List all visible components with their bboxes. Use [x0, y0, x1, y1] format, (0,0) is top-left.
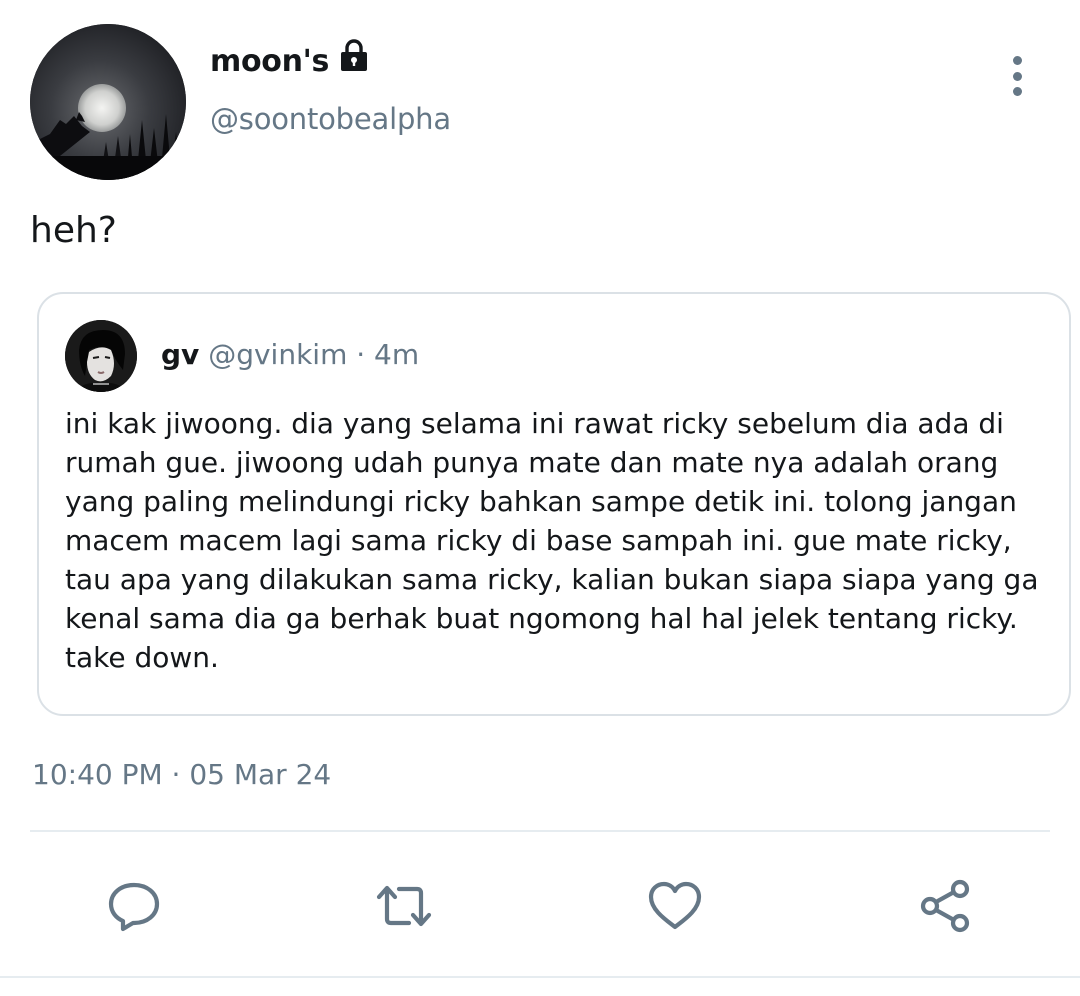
more-options-button[interactable] [1000, 56, 1034, 96]
quoted-line: kenal sama dia ga berhak buat ngomong ha… [65, 602, 1018, 635]
more-vertical-icon-dot [1012, 71, 1022, 81]
quoted-line: macem macem lagi sama ricky di base samp… [65, 524, 1012, 557]
quoted-line: yang paling melindungi ricky bahkan samp… [65, 485, 1017, 518]
quoted-line: tau apa yang dilakukan sama ricky, kalia… [65, 563, 1039, 596]
bottom-divider [0, 976, 1080, 978]
quoted-avatar-image [65, 320, 137, 392]
divider [30, 830, 1050, 832]
avatar[interactable] [30, 24, 186, 180]
quoted-display-name: gv [161, 338, 200, 371]
timestamp: 10:40 PM · 05 Mar 24 [32, 758, 332, 791]
retweet-button[interactable] [374, 876, 434, 936]
quoted-line: ini kak jiwoong. dia yang selama ini raw… [65, 407, 1004, 440]
quoted-meta: @gvinkim · 4m [208, 338, 420, 371]
reply-icon [108, 882, 160, 932]
quoted-line: rumah gue. jiwoong udah punya mate dan m… [65, 446, 999, 479]
author-row: moon's [210, 38, 371, 79]
quoted-avatar [65, 320, 137, 392]
like-button[interactable] [645, 876, 705, 936]
share-button[interactable] [915, 876, 975, 936]
more-vertical-icon [1012, 56, 1022, 65]
lock-icon [341, 38, 368, 71]
share-icon [920, 879, 970, 933]
quoted-text: ini kak jiwoong. dia yang selama ini raw… [65, 404, 1039, 677]
reply-button[interactable] [104, 876, 164, 936]
more-vertical-icon-dot [1012, 87, 1022, 96]
retweet-icon [376, 885, 432, 927]
quoted-header: gv @gvinkim · 4m [161, 338, 419, 371]
tweet-detail: moon's @soontobealpha heh? gv @gvinkim ·… [0, 0, 1080, 996]
quoted-tweet[interactable]: gv @gvinkim · 4m ini kak jiwoong. dia ya… [37, 292, 1071, 716]
tweet-text: heh? [30, 210, 117, 251]
quoted-line: take down. [65, 641, 219, 674]
username[interactable]: @soontobealpha [210, 102, 451, 136]
display-name[interactable]: moon's [210, 44, 329, 79]
avatar-image [30, 24, 186, 180]
heart-icon [648, 881, 702, 930]
